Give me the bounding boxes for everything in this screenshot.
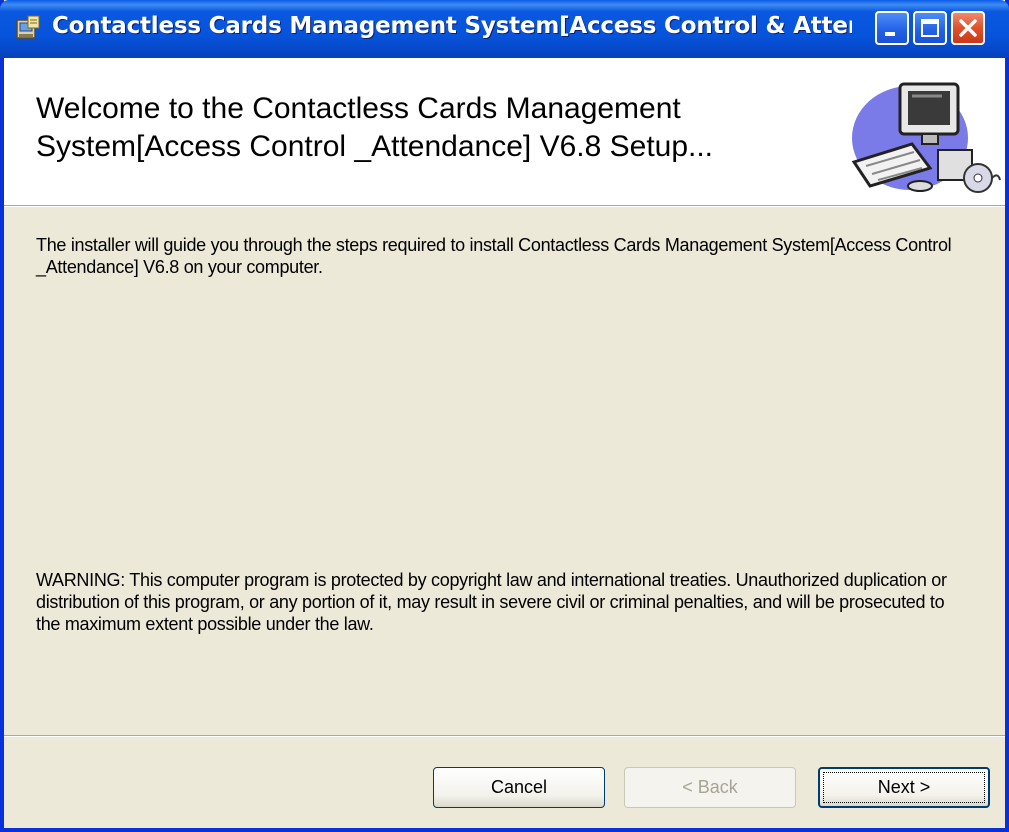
maximize-icon	[921, 19, 939, 37]
minimize-button[interactable]	[875, 11, 909, 45]
setup-header-banner: Welcome to the Contactless Cards Managem…	[4, 58, 1005, 206]
window-title: Contactless Cards Management System[Acce…	[52, 13, 852, 39]
cancel-button[interactable]: Cancel	[433, 767, 605, 808]
intro-text: The installer will guide you through the…	[36, 235, 952, 277]
installer-app-icon	[16, 15, 40, 39]
welcome-heading: Welcome to the Contactless Cards Managem…	[36, 92, 714, 163]
close-button[interactable]	[951, 11, 985, 45]
header-divider	[4, 206, 1005, 207]
maximize-button[interactable]	[913, 11, 947, 45]
setup-window: Contactless Cards Management System[Acce…	[0, 0, 1009, 832]
focus-rectangle	[823, 772, 985, 803]
copyright-warning-text: WARNING: This computer program is protec…	[36, 570, 947, 634]
minimize-icon	[885, 32, 895, 36]
next-button[interactable]: Next >	[818, 767, 990, 808]
title-bar[interactable]: Contactless Cards Management System[Acce…	[0, 0, 1009, 58]
close-icon	[959, 19, 977, 37]
back-button[interactable]: < Back	[624, 767, 796, 808]
computer-setup-illustration	[851, 82, 1001, 193]
footer-divider-highlight	[4, 736, 1005, 737]
